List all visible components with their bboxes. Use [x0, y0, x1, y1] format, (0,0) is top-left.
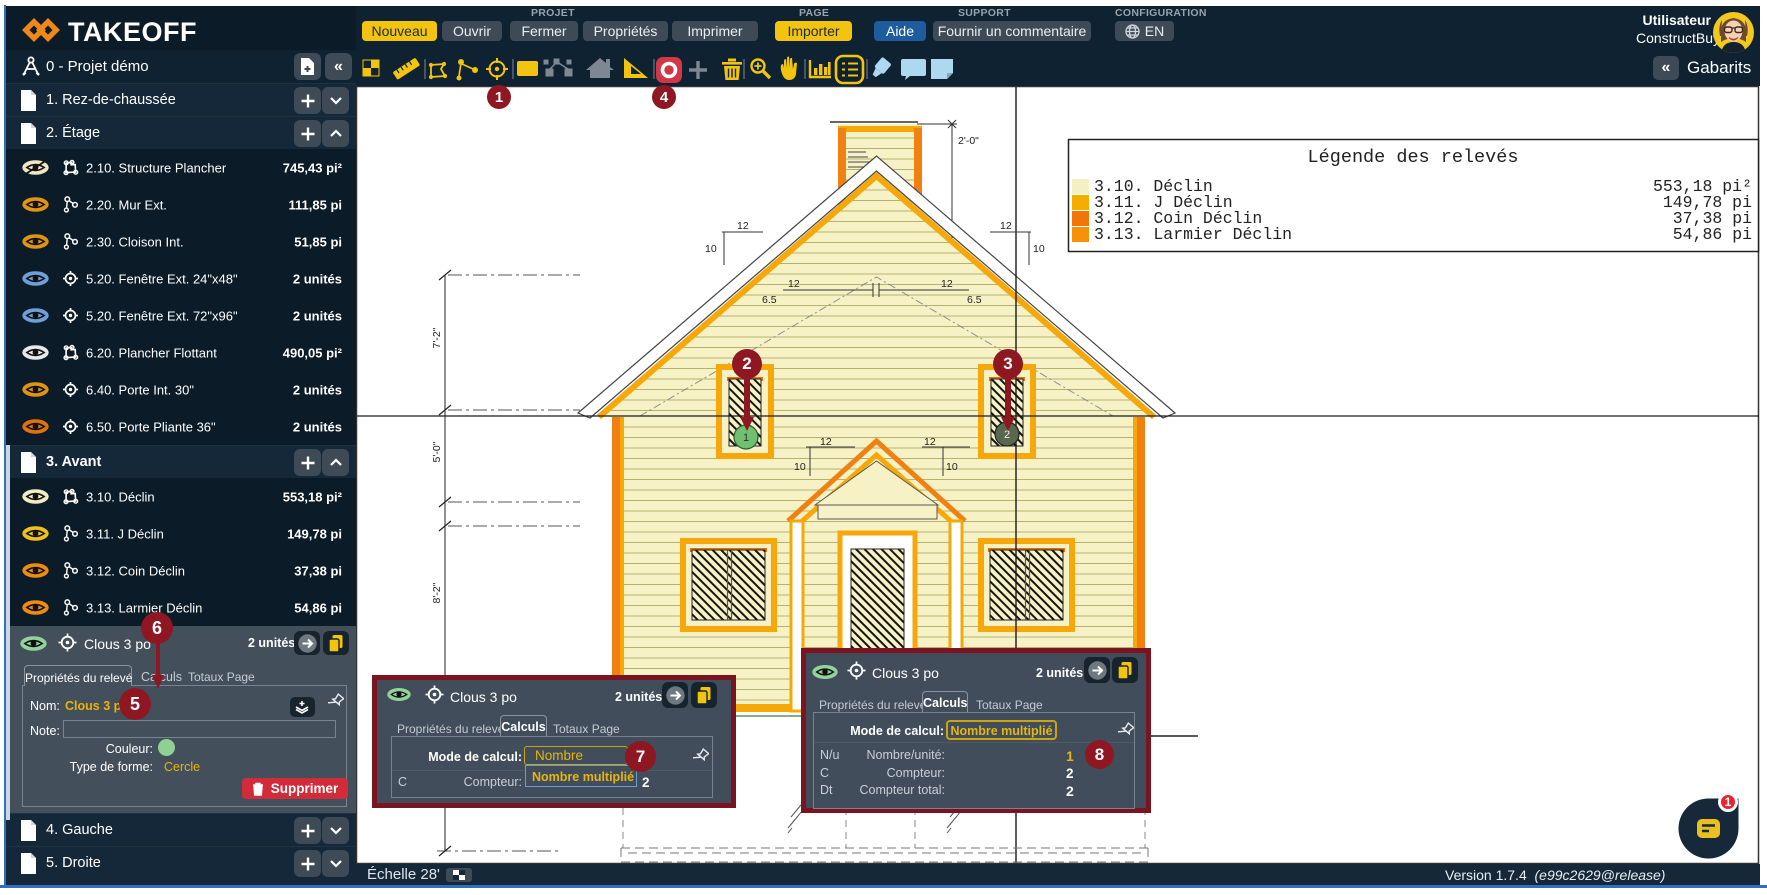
svg-text:2'-0": 2'-0": [958, 135, 979, 147]
svg-text:6.5: 6.5: [967, 294, 982, 306]
svg-text:12: 12: [788, 278, 800, 290]
svg-text:12: 12: [941, 278, 953, 290]
svg-text:10: 10: [946, 461, 958, 473]
svg-text:10: 10: [1033, 243, 1045, 255]
svg-text:12: 12: [1000, 220, 1012, 232]
svg-text:54,86 pi: 54,86 pi: [1673, 225, 1752, 244]
svg-text:TAKEOFF: TAKEOFF: [68, 17, 197, 47]
svg-text:12: 12: [820, 436, 832, 448]
svg-text:10: 10: [794, 461, 806, 473]
svg-text:7'-2": 7'-2": [431, 327, 443, 348]
svg-text:12: 12: [924, 436, 936, 448]
svg-text:10: 10: [705, 243, 717, 255]
svg-text:Légende des relevés: Légende des relevés: [1308, 147, 1519, 168]
svg-text:8'-2": 8'-2": [431, 582, 443, 603]
svg-text:1: 1: [743, 432, 749, 444]
svg-text:6.5: 6.5: [762, 294, 777, 306]
svg-text:5'-0": 5'-0": [431, 441, 443, 462]
svg-text:12: 12: [737, 220, 749, 232]
svg-text:3.13. Larmier Déclin: 3.13. Larmier Déclin: [1094, 225, 1292, 244]
